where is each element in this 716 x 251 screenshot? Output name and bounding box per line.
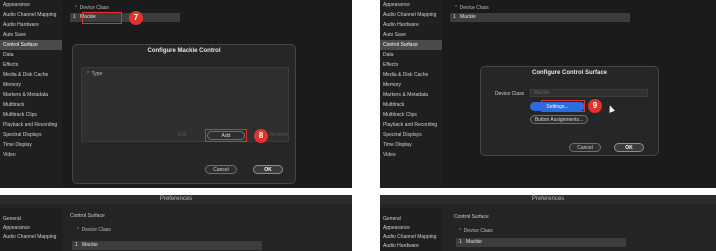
step-badge-9: 9 [588, 99, 602, 113]
sidebar-item-data[interactable]: Data [380, 50, 442, 60]
highlight-add-button [205, 129, 247, 142]
sidebar-item-time-display[interactable]: Time Display [380, 140, 442, 150]
sidebar-item-time-display[interactable]: Time Display [0, 140, 62, 150]
device-class-header-label: Device Class [81, 227, 111, 233]
sidebar-item-audio-channel-mapping[interactable]: Audio Channel Mapping [0, 10, 62, 20]
button-assignments-button[interactable]: Button Assignments... [530, 115, 588, 124]
device-class-header-label: Device Class [463, 228, 493, 234]
sidebar-item-audio-hardware[interactable]: Audio Hardware [380, 20, 442, 30]
highlight-settings-button [541, 100, 585, 112]
sidebar-item-media-disk-cache[interactable]: Media & Disk Cache [380, 70, 442, 80]
preferences-main: Control Surface ⌃ Device Class 1 Mackie [66, 208, 352, 251]
sidebar-item-multitrack-clips[interactable]: Multitrack Clips [380, 110, 442, 120]
preferences-sidebar: General Appearance Audio Channel Mapping Au… [380, 208, 442, 251]
preferences-sidebar: Appearance Audio Channel Mapping Audio Har… [0, 0, 62, 188]
row-device-name: Mackie [460, 14, 476, 20]
sidebar-item-auto-save[interactable]: Auto Save [380, 30, 442, 40]
row-index: 1 [459, 239, 462, 245]
sidebar-item-media-disk-cache[interactable]: Media & Disk Cache [0, 70, 62, 80]
type-header[interactable]: ⌃ Type [86, 71, 102, 77]
sidebar-item-control-surface[interactable]: Control Surface [0, 40, 62, 50]
sidebar-item-video[interactable]: Video [380, 150, 442, 160]
device-class-header-label: Device Class [459, 5, 489, 11]
type-header-label: Type [91, 71, 103, 77]
preferences-window-partial: Preferences General Appearance Audio Chann… [380, 195, 716, 251]
edit-button[interactable]: Edit [170, 131, 194, 140]
device-class-row[interactable]: 1 Mackie [450, 13, 630, 22]
device-class-label: Device Class [495, 91, 525, 97]
sidebar-item-spectral-displays[interactable]: Spectral Displays [0, 130, 62, 140]
preferences-sidebar: General Appearance Audio Channel Mapping [0, 208, 62, 251]
sidebar-item-spectral-displays[interactable]: Spectral Displays [380, 130, 442, 140]
row-index: 1 [75, 242, 78, 248]
remove-button[interactable]: Remove [266, 131, 292, 140]
device-class-row[interactable]: 1 Mackie [72, 241, 262, 250]
device-class-header[interactable]: ⌃ Device Class [454, 5, 489, 11]
sidebar-item-auto-save[interactable]: Auto Save [0, 30, 62, 40]
sort-arrow-icon: ⌃ [76, 227, 81, 233]
sidebar-item-multitrack[interactable]: Multitrack [380, 100, 442, 110]
window-title: Preferences [380, 195, 716, 204]
ok-button[interactable]: OK [253, 165, 283, 174]
sidebar-item-memory[interactable]: Memory [380, 80, 442, 90]
cancel-button[interactable]: Cancel [205, 165, 237, 174]
sidebar-item-effects[interactable]: Effects [0, 60, 62, 70]
sidebar-item-control-surface[interactable]: Control Surface [380, 40, 442, 50]
sidebar-item-markers-metadata[interactable]: Markers & Metadata [380, 90, 442, 100]
row-device-name: Mackie [466, 239, 482, 245]
highlight-device-row [82, 12, 122, 24]
device-class-header[interactable]: ⌃ Device Class [76, 227, 111, 233]
sidebar-item-effects[interactable]: Effects [380, 60, 442, 70]
cancel-button[interactable]: Cancel [569, 143, 601, 152]
sidebar-item-multitrack-clips[interactable]: Multitrack Clips [0, 110, 62, 120]
sidebar-item-audio-channel-mapping[interactable]: Audio Channel Mapping [0, 232, 62, 242]
sidebar-item-appearance[interactable]: Appearance [380, 0, 442, 10]
row-index: 1 [453, 14, 456, 20]
step-badge-8: 8 [254, 129, 268, 143]
configure-control-surface-dialog: Configure Control Surface Device Class M… [480, 66, 659, 156]
dialog-title: Configure Control Surface [531, 70, 607, 76]
sidebar-item-memory[interactable]: Memory [0, 80, 62, 90]
sidebar-item-appearance[interactable]: Appearance [0, 0, 62, 10]
step-badge-7: 7 [129, 11, 143, 25]
configure-mackie-dialog: Configure Mackie Control ⌃ Type Edit Add… [72, 44, 296, 184]
window-title: Preferences [0, 195, 352, 204]
preferences-sidebar: Appearance Audio Channel Mapping Audio Har… [380, 0, 442, 188]
preferences-window-partial: Preferences General Appearance Audio Chann… [0, 195, 352, 251]
sidebar-item-video[interactable]: Video [0, 150, 62, 160]
section-title: Control Surface [454, 214, 489, 220]
sidebar-item-multitrack[interactable]: Multitrack [0, 100, 62, 110]
sidebar-item-playback-and-recording[interactable]: Playback and Recording [0, 120, 62, 130]
ok-button[interactable]: OK [614, 143, 644, 152]
sort-arrow-icon: ⌃ [454, 5, 459, 11]
preferences-panel-step-9: Appearance Audio Channel Mapping Audio Har… [380, 0, 716, 188]
dialog-title: Configure Mackie Control [147, 48, 221, 54]
device-class-header[interactable]: ⌃ Device Class [74, 5, 109, 11]
preferences-panel-step-7-8: Appearance Audio Channel Mapping Audio Har… [0, 0, 352, 188]
sidebar-item-playback-and-recording[interactable]: Playback and Recording [380, 120, 442, 130]
sidebar-item-data[interactable]: Data [0, 50, 62, 60]
sort-arrow-icon: ⌃ [458, 228, 463, 234]
sidebar-item-audio-hardware[interactable]: Audio Hardware [380, 241, 442, 251]
preferences-main: Control Surface ⌃ Device Class 1 Mackie [446, 208, 716, 251]
mouse-pointer-icon [606, 104, 616, 113]
row-device-name: Mackie [82, 242, 98, 248]
device-class-row[interactable]: 1 Mackie [456, 238, 626, 247]
sidebar-item-audio-channel-mapping[interactable]: Audio Channel Mapping [380, 10, 442, 20]
sort-arrow-icon: ⌃ [86, 71, 91, 77]
section-title: Control Surface [70, 213, 105, 219]
device-class-header-label: Device Class [79, 5, 109, 11]
sidebar-item-audio-hardware[interactable]: Audio Hardware [0, 20, 62, 30]
row-index: 1 [73, 14, 76, 20]
device-class-select[interactable]: Mackie [530, 89, 648, 97]
sort-arrow-icon: ⌃ [74, 5, 79, 11]
device-class-header[interactable]: ⌃ Device Class [458, 228, 493, 234]
sidebar-item-markers-metadata[interactable]: Markers & Metadata [0, 90, 62, 100]
